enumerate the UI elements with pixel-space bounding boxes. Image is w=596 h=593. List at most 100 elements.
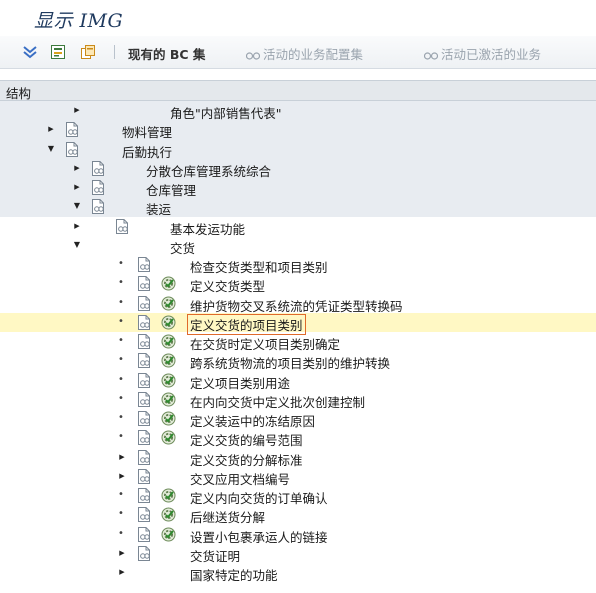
execute-activity-icon[interactable] xyxy=(161,527,176,542)
documentation-icon[interactable] xyxy=(136,372,152,388)
tree-node[interactable]: ▼ 后勤执行 xyxy=(0,139,596,161)
tree-node[interactable]: • 检查交货类型和项目类别 xyxy=(0,255,596,276)
documentation-icon[interactable] xyxy=(136,411,152,426)
expand-node-icon[interactable]: ▶ xyxy=(72,162,82,174)
tree-node-label[interactable]: 仓库管理 xyxy=(146,180,196,199)
execute-activity-icon[interactable] xyxy=(161,507,176,522)
tree-node-label[interactable]: 基本发运功能 xyxy=(170,219,245,238)
execute-activity-icon[interactable] xyxy=(161,296,176,311)
tree-node-label[interactable]: 国家特定的功能 xyxy=(190,565,278,584)
documentation-icon[interactable] xyxy=(136,449,152,465)
expand-node-icon[interactable]: ▶ xyxy=(117,451,127,463)
documentation-icon[interactable] xyxy=(64,141,80,157)
execute-activity-icon[interactable] xyxy=(161,411,176,426)
expand-node-icon[interactable]: ▶ xyxy=(117,547,127,559)
documentation-icon[interactable] xyxy=(136,391,152,407)
documentation-icon[interactable] xyxy=(90,180,106,195)
tree-node-label[interactable]: 定义装运中的冻结原因 xyxy=(190,411,315,430)
execute-activity-icon[interactable] xyxy=(161,334,176,349)
active-bc-sets-button[interactable]: 活动的业务配置集 xyxy=(246,44,363,63)
tree-node[interactable]: • 设置小包裹承运人的链接 xyxy=(0,525,596,546)
tree-node-label[interactable]: 设置小包裹承运人的链接 xyxy=(190,527,328,546)
expand-node-icon[interactable]: ▶ xyxy=(117,566,127,578)
tree-node[interactable]: • 跨系统货物流的项目类别的维护转换 xyxy=(0,351,596,372)
documentation-icon[interactable] xyxy=(136,468,152,484)
tree-node-label[interactable]: 定义内向交货的订单确认 xyxy=(190,488,328,507)
tree-node[interactable]: • 在交货时定义项目类别确定 xyxy=(0,332,596,353)
documentation-icon[interactable] xyxy=(136,507,152,523)
expand-node-icon[interactable]: ▶ xyxy=(72,181,82,193)
execute-activity-icon[interactable] xyxy=(161,353,176,368)
expand-node-icon[interactable]: ▶ xyxy=(72,220,82,232)
tree-node[interactable]: ▼ 装运 xyxy=(0,197,596,218)
tree-node[interactable]: • 定义交货的项目类别 xyxy=(0,312,596,335)
tree-node-label[interactable]: 定义交货类型 xyxy=(190,276,265,295)
documentation-icon[interactable] xyxy=(136,276,152,292)
documentation-icon[interactable] xyxy=(136,526,152,542)
tree-node[interactable]: ▶ 角色"内部销售代表" xyxy=(0,101,596,122)
tree-node[interactable]: ▶ 物料管理 xyxy=(0,120,596,141)
tree-node[interactable]: ▼ 交货 xyxy=(0,236,596,257)
tree-node-label[interactable]: 跨系统货物流的项目类别的维护转换 xyxy=(190,353,390,372)
execute-activity-icon[interactable] xyxy=(161,373,176,388)
tree-node[interactable]: ▶ 交货证明 xyxy=(0,544,596,565)
tree-node[interactable]: ▶ 国家特定的功能 xyxy=(0,563,596,584)
documentation-icon[interactable] xyxy=(136,314,152,330)
tree-node[interactable]: ▶ 分散仓库管理系统综合 xyxy=(0,158,596,180)
documentation-icon[interactable] xyxy=(136,295,152,311)
tree-node[interactable]: • 后继送货分解 xyxy=(0,505,596,526)
execute-activity-icon[interactable] xyxy=(161,392,176,407)
documentation-icon[interactable] xyxy=(90,199,106,215)
collapse-node-icon[interactable]: ▼ xyxy=(72,239,82,251)
tree-node[interactable]: • 定义装运中的冻结原因 xyxy=(0,409,596,430)
tree-node-label[interactable]: 物料管理 xyxy=(122,122,172,141)
documentation-icon[interactable] xyxy=(90,160,106,176)
tree-node-label[interactable]: 在交货时定义项目类别确定 xyxy=(190,334,340,353)
collapse-all-icon[interactable] xyxy=(50,44,66,60)
documentation-icon[interactable] xyxy=(136,257,152,272)
tree-node-label[interactable]: 装运 xyxy=(146,199,171,218)
tree-node-label[interactable]: 后继送货分解 xyxy=(190,507,265,526)
documentation-icon[interactable] xyxy=(136,545,152,561)
tree-node[interactable]: • 在内向交货中定义批次创建控制 xyxy=(0,390,596,411)
tree-node[interactable]: • 定义内向交货的订单确认 xyxy=(0,486,596,507)
execute-activity-icon[interactable] xyxy=(161,488,176,503)
expand-node-icon[interactable]: ▶ xyxy=(117,470,127,482)
expand-node-icon[interactable]: ▶ xyxy=(46,123,56,135)
documentation-icon[interactable] xyxy=(136,430,152,446)
tree-node[interactable]: ▶ 交叉应用文档编号 xyxy=(0,467,596,488)
execute-activity-icon[interactable] xyxy=(161,430,176,445)
collapse-node-icon[interactable]: ▼ xyxy=(72,200,82,212)
expand-all-icon[interactable] xyxy=(22,44,38,60)
tree-node-label[interactable]: 交货 xyxy=(170,238,195,257)
tree-node[interactable]: ▶ 仓库管理 xyxy=(0,178,596,199)
activated-bc-sets-button[interactable]: 活动已激活的业务 xyxy=(424,44,541,63)
documentation-icon[interactable] xyxy=(136,353,152,369)
collapse-node-icon[interactable]: ▼ xyxy=(46,143,56,155)
documentation-icon[interactable] xyxy=(114,218,130,234)
tree-node-label[interactable]: 定义交货的编号范围 xyxy=(190,430,303,449)
tree-node[interactable]: • 定义交货类型 xyxy=(0,274,596,295)
tree-node-label[interactable]: 分散仓库管理系统综合 xyxy=(146,161,271,180)
tree-node-label[interactable]: 交叉应用文档编号 xyxy=(190,469,290,488)
execute-activity-icon[interactable] xyxy=(161,315,176,330)
tree-node-label[interactable]: 后勤执行 xyxy=(122,142,172,161)
tree-node[interactable]: ▶ 定义交货的分解标准 xyxy=(0,448,596,469)
tree-node-label[interactable]: 定义交货的分解标准 xyxy=(190,450,303,469)
documentation-icon[interactable] xyxy=(136,334,152,349)
copy-icon[interactable] xyxy=(80,44,96,60)
tree-node-label[interactable]: 检查交货类型和项目类别 xyxy=(190,257,328,276)
tree-node-label[interactable]: 维护货物交叉系统流的凭证类型转换码 xyxy=(190,296,403,315)
documentation-icon[interactable] xyxy=(136,488,152,503)
tree-node-label[interactable]: 交货证明 xyxy=(190,546,240,565)
tree-node[interactable]: • 维护货物交叉系统流的凭证类型转换码 xyxy=(0,294,596,315)
tree-node-label[interactable]: 角色"内部销售代表" xyxy=(170,103,282,122)
tree-node[interactable]: • 定义项目类别用途 xyxy=(0,371,596,392)
existing-bc-sets-button[interactable]: 现有的 BC 集 xyxy=(128,44,205,63)
tree-node[interactable]: • 定义交货的编号范围 xyxy=(0,428,596,449)
documentation-icon[interactable] xyxy=(64,122,80,138)
expand-node-icon[interactable]: ▶ xyxy=(72,104,82,116)
tree-node-label[interactable]: 在内向交货中定义批次创建控制 xyxy=(190,392,365,411)
tree-node-label[interactable]: 定义项目类别用途 xyxy=(190,373,290,392)
execute-activity-icon[interactable] xyxy=(161,276,176,291)
